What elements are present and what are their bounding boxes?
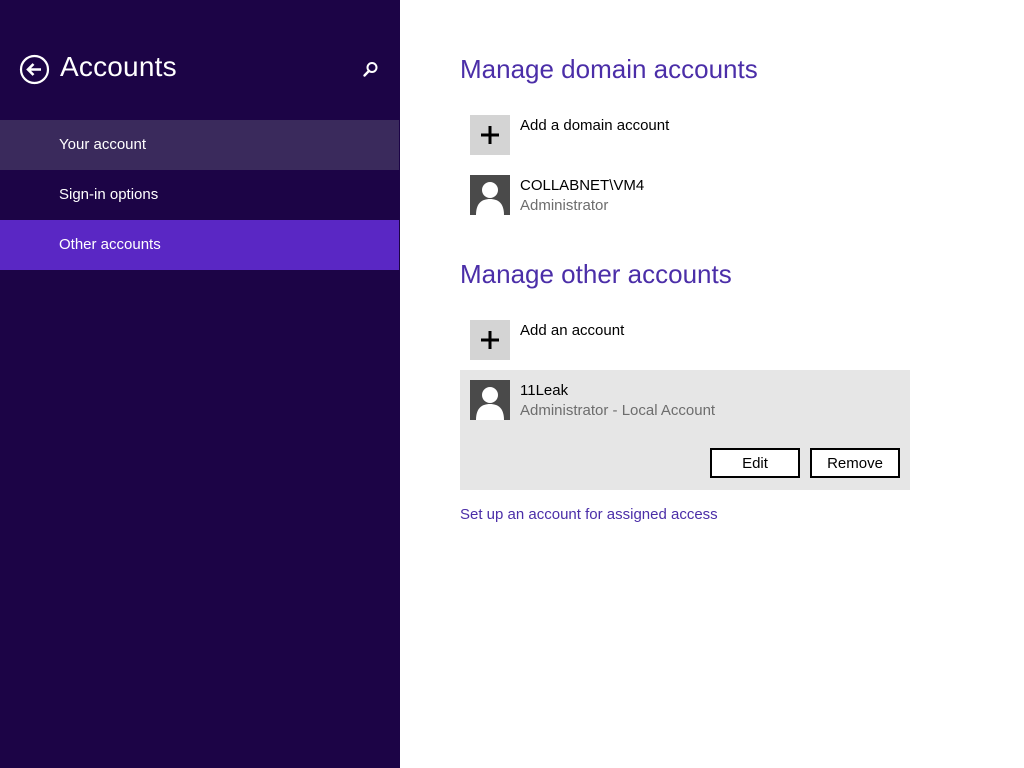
plus-icon bbox=[481, 331, 499, 349]
add-domain-account-button[interactable] bbox=[470, 115, 510, 155]
account-role: Administrator - Local Account bbox=[520, 402, 716, 419]
account-role: Administrator bbox=[520, 197, 609, 214]
user-avatar-icon bbox=[470, 380, 510, 420]
section-title-other-accounts: Manage other accounts bbox=[460, 259, 732, 289]
nav-item-other-accounts[interactable]: Other accounts bbox=[0, 220, 399, 270]
remove-button[interactable]: Remove bbox=[810, 448, 900, 478]
left-pane: Accounts Your account Sign-in options Ot… bbox=[0, 0, 400, 768]
accounts-settings-app: Accounts Your account Sign-in options Ot… bbox=[0, 0, 1024, 768]
account-name: 11Leak bbox=[520, 382, 569, 399]
right-pane: Manage domain accounts Add a domain acco… bbox=[400, 0, 1024, 768]
section-title-domain-accounts: Manage domain accounts bbox=[460, 54, 758, 84]
edit-button[interactable]: Edit bbox=[710, 448, 800, 478]
settings-nav: Your account Sign-in options Other accou… bbox=[0, 120, 399, 270]
add-account-button[interactable] bbox=[470, 320, 510, 360]
assigned-access-link[interactable]: Set up an account for assigned access bbox=[460, 506, 718, 523]
page-title: Accounts bbox=[60, 51, 177, 82]
nav-item-label: Your account bbox=[59, 136, 147, 153]
add-domain-account-label[interactable]: Add a domain account bbox=[520, 117, 669, 134]
nav-item-sign-in-options[interactable]: Sign-in options bbox=[0, 170, 399, 220]
nav-item-your-account[interactable]: Your account bbox=[0, 120, 399, 170]
nav-item-label: Other accounts bbox=[59, 236, 161, 253]
plus-icon bbox=[481, 126, 499, 144]
add-account-label[interactable]: Add an account bbox=[520, 322, 624, 339]
nav-item-label: Sign-in options bbox=[59, 186, 159, 203]
back-arrow-icon[interactable] bbox=[19, 54, 50, 85]
user-avatar-icon bbox=[470, 175, 510, 215]
account-name[interactable]: COLLABNET\VM4 bbox=[520, 177, 644, 194]
search-icon[interactable] bbox=[360, 60, 380, 80]
